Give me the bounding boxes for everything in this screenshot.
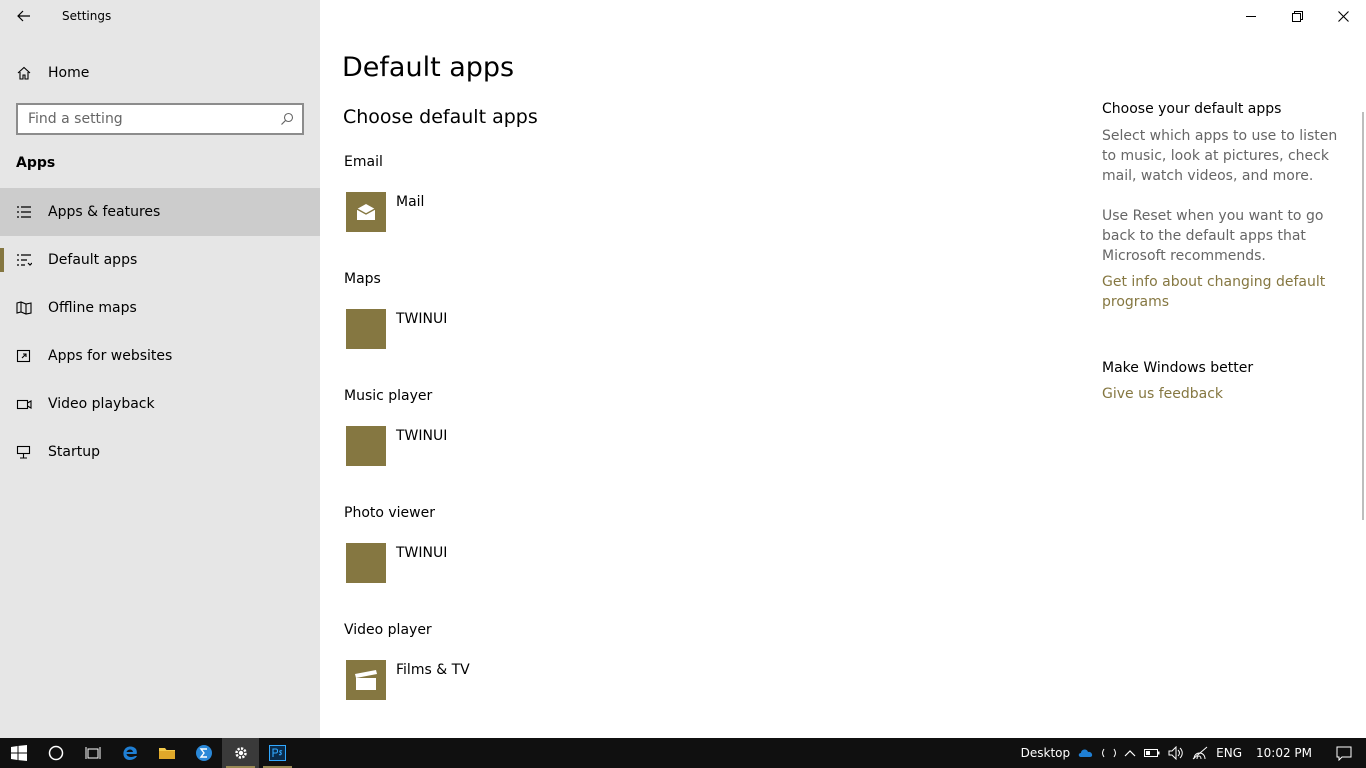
default-app-music-player[interactable]: TWINUI	[346, 426, 447, 466]
scrollbar[interactable]	[1362, 112, 1364, 520]
app-tile-icon	[346, 543, 386, 583]
sidebar-nav: Apps & features Default apps Offline map…	[0, 188, 320, 476]
title-bar: Settings	[0, 0, 320, 32]
default-apps-icon	[16, 253, 34, 267]
sidebar-item-apps-features[interactable]: Apps & features	[0, 188, 320, 236]
settings-taskbar-button[interactable]	[222, 738, 259, 768]
task-view-icon	[85, 747, 100, 759]
category-label-photo-viewer: Photo viewer	[344, 505, 435, 521]
clapperboard-icon	[346, 660, 386, 700]
section-subtitle: Choose default apps	[343, 106, 538, 128]
action-center-icon[interactable]	[1322, 746, 1366, 761]
sidebar-item-label: Default apps	[48, 252, 138, 268]
mail-icon	[346, 192, 386, 232]
minimize-button[interactable]	[1228, 0, 1274, 32]
category-label-maps: Maps	[344, 271, 381, 287]
cortana-icon	[48, 745, 63, 761]
app-name: TWINUI	[396, 428, 448, 444]
main-content: Default apps Choose default apps Email M…	[320, 0, 1366, 738]
photoshop-taskbar-button[interactable]	[259, 738, 296, 768]
reset-description-text: Use Reset when you want to go back to th…	[1102, 208, 1324, 264]
app-name: TWINUI	[396, 311, 448, 327]
back-arrow-icon	[17, 10, 30, 22]
restore-icon	[1291, 10, 1303, 22]
default-app-video-player[interactable]: Films & TV	[346, 660, 470, 700]
sidebar: Settings Home Apps Apps & features Defau…	[0, 0, 320, 738]
onedrive-icon[interactable]	[1074, 748, 1098, 758]
sidebar-item-label: Startup	[48, 444, 100, 460]
folder-icon	[158, 748, 175, 759]
system-tray: Desktop ENG 10:02 PM	[1017, 738, 1366, 768]
give-feedback-link[interactable]: Give us feedback	[1102, 384, 1352, 404]
taskbar: Desktop ENG 10:02 PM	[0, 738, 1366, 768]
photoshop-icon	[269, 745, 286, 761]
category-label-email: Email	[344, 154, 383, 170]
sidebar-item-offline-maps[interactable]: Offline maps	[0, 284, 320, 332]
desktop-toolbar-label[interactable]: Desktop	[1017, 746, 1075, 760]
sidebar-item-apps-for-websites[interactable]: Apps for websites	[0, 332, 320, 380]
close-icon	[1337, 10, 1349, 22]
sidebar-item-startup[interactable]: Startup	[0, 428, 320, 476]
category-label-video-player: Video player	[344, 622, 432, 638]
video-icon	[16, 397, 34, 411]
home-icon	[16, 65, 32, 81]
choose-default-apps-heading: Choose your default apps	[1102, 101, 1282, 117]
cortana-button[interactable]	[37, 738, 74, 768]
sidebar-item-label: Offline maps	[48, 300, 137, 316]
back-button[interactable]	[0, 0, 48, 32]
app-name: TWINUI	[396, 545, 448, 561]
search-icon[interactable]	[272, 112, 302, 126]
task-view-button[interactable]	[74, 738, 111, 768]
default-app-maps[interactable]: TWINUI	[346, 309, 447, 349]
app-name: Mail	[396, 194, 425, 210]
app-sigma-button[interactable]	[185, 738, 222, 768]
sidebar-item-video-playback[interactable]: Video playback	[0, 380, 320, 428]
window-title: Settings	[62, 9, 112, 23]
selection-indicator	[0, 248, 4, 272]
map-icon	[16, 301, 34, 315]
window-controls	[1228, 0, 1366, 32]
app-tile-icon	[346, 309, 386, 349]
network-status-icon[interactable]	[1098, 747, 1120, 759]
default-app-photo-viewer[interactable]: TWINUI	[346, 543, 447, 583]
battery-icon[interactable]	[1140, 748, 1164, 758]
description-text: Select which apps to use to listen to mu…	[1102, 128, 1338, 184]
sidebar-item-label: Video playback	[48, 396, 155, 412]
start-button[interactable]	[0, 738, 37, 768]
page-title: Default apps	[342, 52, 515, 83]
related-info-panel: Choose your default apps Select which ap…	[1102, 101, 1352, 404]
clock[interactable]: 10:02 PM	[1246, 746, 1322, 760]
category-label-music-player: Music player	[344, 388, 433, 404]
close-button[interactable]	[1320, 0, 1366, 32]
restore-button[interactable]	[1274, 0, 1320, 32]
default-app-email[interactable]: Mail	[346, 192, 424, 232]
search-input[interactable]	[18, 110, 272, 128]
volume-icon[interactable]	[1164, 746, 1188, 760]
windows-logo-icon	[10, 745, 27, 761]
app-tile-icon	[346, 426, 386, 466]
section-heading-apps: Apps	[16, 155, 56, 171]
sidebar-item-label: Apps & features	[48, 204, 161, 220]
edge-icon	[122, 746, 137, 760]
make-windows-better-heading: Make Windows better	[1102, 360, 1254, 376]
input-language[interactable]: ENG	[1212, 746, 1246, 760]
sidebar-item-default-apps[interactable]: Default apps	[0, 236, 320, 284]
chevron-up-icon[interactable]	[1120, 749, 1140, 757]
app-name: Films & TV	[396, 662, 470, 678]
wifi-icon[interactable]	[1188, 746, 1212, 760]
home-label: Home	[48, 65, 90, 81]
file-explorer-button[interactable]	[148, 738, 185, 768]
edge-taskbar-button[interactable]	[111, 738, 148, 768]
list-icon	[16, 205, 34, 219]
startup-icon	[16, 445, 34, 459]
home-nav-item[interactable]: Home	[0, 56, 320, 90]
sigma-app-icon	[195, 745, 212, 761]
minimize-icon	[1246, 16, 1256, 17]
default-programs-info-link[interactable]: Get info about changing default programs	[1102, 272, 1352, 312]
sidebar-item-label: Apps for websites	[48, 348, 173, 364]
search-box[interactable]	[16, 103, 304, 135]
gear-icon	[234, 747, 247, 759]
open-window-icon	[16, 349, 34, 363]
